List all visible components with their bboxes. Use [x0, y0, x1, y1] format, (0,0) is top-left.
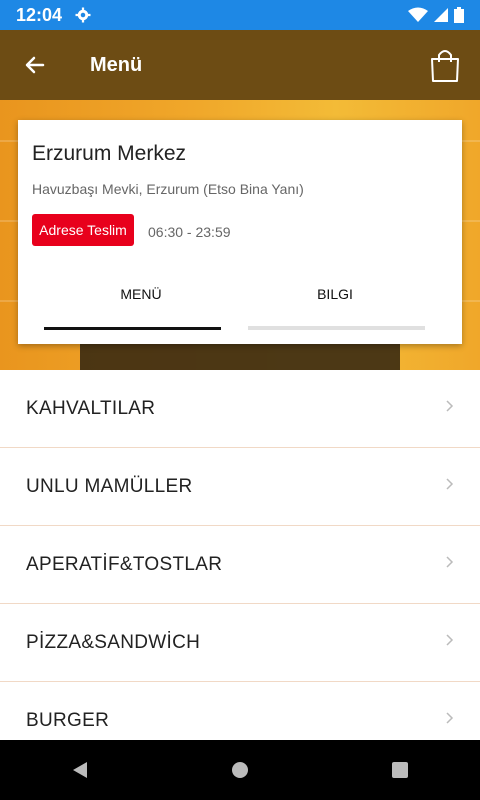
menu-item-label: UNLU MAMÜLLER [26, 475, 193, 497]
menu-item-label: APERATİF&TOSTLAR [26, 553, 223, 575]
tab-indicator [44, 327, 221, 330]
status-time: 12:04 [16, 4, 63, 25]
menu-item-pizza-sandwich[interactable]: PİZZA&SANDWİCH [0, 604, 480, 682]
page-title: Menü [90, 53, 143, 76]
menu-item-kahvaltilar[interactable]: KAHVALTILAR [0, 370, 480, 448]
tab-menu-label: MENÜ [120, 286, 162, 302]
nav-back-icon[interactable] [70, 760, 90, 780]
system-nav-bar [0, 740, 480, 800]
store-name: Erzurum Merkez [32, 142, 187, 165]
chevron-right-icon [446, 556, 454, 568]
tab-info[interactable]: BILGI [238, 270, 432, 332]
wifi-icon [408, 7, 428, 22]
store-card: Erzurum Merkez Havuzbaşı Mevki, Erzurum … [18, 120, 462, 344]
signal-icon [434, 8, 448, 22]
menu-item-label: KAHVALTILAR [26, 397, 156, 419]
delivery-badge: Adrese Teslim [32, 214, 134, 246]
chevron-right-icon [446, 712, 454, 724]
cart-button[interactable] [410, 30, 480, 100]
chevron-right-icon [446, 400, 454, 412]
battery-icon [454, 7, 464, 23]
status-bar: 12:04 [0, 0, 480, 30]
tab-bar: MENÜ BILGI [44, 270, 432, 332]
store-address: Havuzbaşı Mevki, Erzurum (Etso Bina Yanı… [32, 181, 304, 197]
menu-item-aperatif-tostlar[interactable]: APERATİF&TOSTLAR [0, 526, 480, 604]
chevron-right-icon [446, 634, 454, 646]
nav-home-icon[interactable] [230, 760, 250, 780]
arrow-left-icon [25, 56, 45, 74]
chevron-right-icon [446, 478, 454, 490]
tab-info-label: BILGI [317, 286, 353, 302]
store-hours: 06:30 - 23:59 [148, 224, 231, 240]
menu-item-burger[interactable]: BURGER [0, 682, 480, 740]
menu-item-label: PİZZA&SANDWİCH [26, 631, 201, 653]
back-button[interactable] [0, 30, 70, 100]
nav-recents-icon[interactable] [390, 760, 410, 780]
tab-menu[interactable]: MENÜ [44, 270, 238, 332]
settings-icon [75, 7, 91, 23]
menu-item-label: BURGER [26, 709, 110, 731]
shopping-bag-icon [431, 50, 459, 82]
menu-item-unlu-mamuller[interactable]: UNLU MAMÜLLER [0, 448, 480, 526]
menu-list: KAHVALTILAR UNLU MAMÜLLER APERATİF&TOSTL… [0, 370, 480, 740]
tab-indicator-inactive [248, 326, 425, 330]
app-bar: Menü [0, 30, 480, 100]
